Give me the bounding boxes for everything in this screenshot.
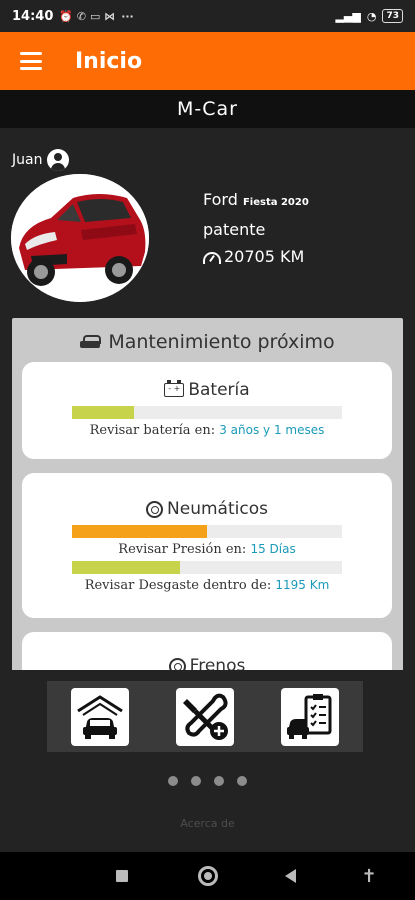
checklist-button[interactable] — [281, 687, 340, 746]
repair-tools-button[interactable] — [175, 687, 234, 746]
car-info: Ford Fiesta 2020 patente 20705 KM — [203, 186, 309, 270]
tools-repair-icon — [182, 693, 228, 740]
garage-car-icon — [76, 694, 123, 739]
home-icon[interactable] — [198, 866, 218, 886]
pressure-status: Revisar Presión en: 15 Días — [22, 542, 392, 557]
back-icon[interactable] — [285, 869, 296, 883]
car-brand: Ford — [203, 190, 238, 209]
app-bar: Inicio — [0, 32, 415, 90]
car-title: Ford Fiesta 2020 — [203, 186, 309, 216]
red-car-image — [11, 174, 149, 302]
car-mileage: 20705 KM — [224, 247, 305, 266]
brake-icon — [168, 657, 186, 670]
wear-value: 1195 Km — [275, 578, 330, 592]
maintenance-title-row: Mantenimiento próximo — [12, 318, 403, 366]
garage-button[interactable] — [70, 687, 129, 746]
car-plate-label: patente — [203, 220, 266, 239]
car-mileage-row: 20705 KM — [203, 243, 309, 270]
tires-title: Neumáticos — [167, 499, 268, 519]
wear-label: Revisar Desgaste dentro de: — [84, 578, 272, 593]
car-photo[interactable] — [11, 174, 149, 302]
notification-icons: ⏰ ✆ ▭ ⋈ — [59, 9, 116, 23]
accessibility-icon[interactable]: ✝ — [358, 866, 380, 888]
brakes-card[interactable]: Frenos — [22, 632, 392, 670]
system-navigation-bar: ✝ — [0, 852, 415, 900]
page-dot[interactable] — [237, 776, 247, 786]
battery-icon: 73 — [382, 9, 403, 23]
battery-card[interactable]: - + Batería Revisar batería en: 3 años y… — [22, 362, 392, 459]
status-bar: 14:40 ⏰ ✆ ▭ ⋈ ··· ▂▄▆ ◔ 73 — [0, 0, 415, 32]
battery-status: Revisar batería en: 3 años y 1 meses — [22, 423, 392, 438]
brakes-title: Frenos — [189, 656, 246, 670]
page-dot[interactable] — [168, 776, 178, 786]
car-checklist-icon — [287, 693, 332, 739]
signal-icon: ▂▄▆ — [335, 9, 361, 23]
maintenance-title: Mantenimiento próximo — [108, 331, 335, 353]
status-time: 14:40 — [12, 8, 54, 24]
about-link[interactable]: Acerca de — [0, 817, 415, 830]
battery-progress-bar — [72, 406, 342, 419]
battery-card-title: - + Batería — [22, 380, 392, 400]
wear-status: Revisar Desgaste dentro de: 1195 Km — [22, 578, 392, 593]
page-dot[interactable] — [214, 776, 224, 786]
speedometer-icon — [203, 251, 221, 264]
recent-apps-icon[interactable] — [116, 870, 128, 882]
account-icon — [47, 149, 70, 171]
more-notifications: ··· — [121, 9, 134, 23]
user-name: Juan — [12, 152, 43, 168]
pressure-label: Revisar Presión en: — [118, 542, 247, 557]
page-indicator — [0, 776, 415, 786]
car-battery-icon: - + — [164, 380, 185, 397]
page-title: Inicio — [75, 48, 143, 74]
wifi-icon: ◔ — [366, 9, 377, 23]
menu-icon[interactable] — [20, 52, 42, 70]
brakes-card-title: Frenos — [22, 656, 392, 670]
tires-card-title: Neumáticos — [22, 499, 392, 519]
battery-title: Batería — [188, 380, 250, 400]
pressure-value: 15 Días — [250, 542, 296, 556]
app-name-header: M-Car — [0, 90, 415, 128]
pressure-progress-fill — [72, 525, 207, 538]
maintenance-panel[interactable]: Mantenimiento próximo - + Batería Revisa… — [12, 318, 403, 670]
battery-progress-fill — [72, 406, 135, 419]
tire-icon — [146, 500, 164, 518]
pressure-progress-bar — [72, 525, 342, 538]
wear-progress-bar — [72, 561, 342, 574]
quick-actions-bar — [47, 681, 363, 752]
user-profile[interactable]: Juan — [12, 149, 70, 171]
car-model: Fiesta 2020 — [242, 197, 309, 208]
battery-value: 3 años y 1 meses — [219, 423, 325, 437]
page-dot[interactable] — [191, 776, 201, 786]
car-icon — [80, 334, 102, 350]
tires-card[interactable]: Neumáticos Revisar Presión en: 15 Días R… — [22, 473, 392, 618]
wear-progress-fill — [72, 561, 180, 574]
battery-label: Revisar batería en: — [89, 423, 216, 438]
